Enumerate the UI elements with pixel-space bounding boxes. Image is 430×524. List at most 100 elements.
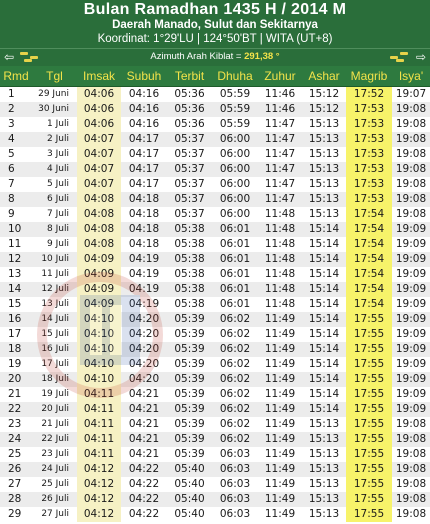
arrow-right-icon[interactable]: ⇨ [414,49,428,65]
table-row: 11 9 Juli 04:08 04:18 05:38 06:01 11:48 15:14 17… [0,237,430,252]
cell-ashar: 15:13 [302,477,346,492]
cell-rmd: 7 [0,177,32,192]
cell-subuh: 04:20 [121,357,167,372]
cell-isya: 19:08 [392,507,430,522]
cell-imsak: 04:11 [77,447,121,462]
cell-zuhur: 11:49 [258,507,302,522]
cell-imsak: 04:12 [77,507,121,522]
cell-imsak: 04:10 [77,372,121,387]
cell-isya: 19:09 [392,387,430,402]
cell-isya: 19:09 [392,357,430,372]
cell-dhuha: 06:03 [212,507,258,522]
cell-zuhur: 11:47 [258,192,302,207]
cell-isya: 19:08 [392,192,430,207]
cell-subuh: 04:19 [121,282,167,297]
cell-isya: 19:08 [392,447,430,462]
prayer-schedule-table: Rmd Tgl Imsak Subuh Terbit Dhuha Zuhur A… [0,66,430,522]
cell-magrib: 17:55 [346,312,392,327]
cell-dhuha: 06:01 [212,252,258,267]
cell-magrib: 17:54 [346,252,392,267]
cell-isya: 19:09 [392,312,430,327]
cell-imsak: 04:09 [77,282,121,297]
cell-isya: 19:08 [392,162,430,177]
cell-subuh: 04:18 [121,192,167,207]
cell-magrib: 17:53 [346,147,392,162]
table-row: 64 Juli 04:07 04:17 05:37 06:00 11:47 15:13 17:… [0,162,430,177]
cell-imsak: 04:12 [77,492,121,507]
cell-subuh: 04:16 [121,102,167,117]
cell-subuh: 04:17 [121,177,167,192]
cell-dhuha: 06:01 [212,237,258,252]
cell-terbit: 05:39 [167,417,212,432]
cell-magrib: 17:54 [346,282,392,297]
cell-tgl: 26 Juli [32,492,77,507]
cell-ashar: 15:13 [302,417,346,432]
coordinates-label: Koordinat: 1°29'LU | 124°50'BT | WITA (U… [97,33,333,45]
cell-terbit: 05:39 [167,357,212,372]
cell-imsak: 04:12 [77,462,121,477]
cell-zuhur: 11:48 [258,207,302,222]
cell-magrib: 17:55 [346,507,392,522]
cell-magrib: 17:55 [346,387,392,402]
cell-zuhur: 11:48 [258,267,302,282]
cell-ashar: 15:14 [302,282,346,297]
cell-imsak: 04:10 [77,312,121,327]
cell-zuhur: 11:49 [258,432,302,447]
cell-imsak: 04:08 [77,237,121,252]
cell-tgl: 3 Juli [32,147,77,162]
cell-zuhur: 11:46 [258,86,302,102]
cell-isya: 19:09 [392,372,430,387]
cell-imsak: 04:06 [77,86,121,102]
cell-zuhur: 11:47 [258,117,302,132]
cell-magrib: 17:54 [346,207,392,222]
cell-terbit: 05:40 [167,507,212,522]
lantern-icon [388,52,410,62]
cell-rmd: 15 [0,297,32,312]
cell-terbit: 05:39 [167,312,212,327]
cell-zuhur: 11:48 [258,282,302,297]
cell-tgl: 23 Juli [32,447,77,462]
table-row: 23 21 Juli 04:11 04:21 05:39 06:02 11:49 15:13 1… [0,417,430,432]
arrow-left-icon[interactable]: ⇦ [2,49,16,65]
table-row: 42 Juli 04:07 04:17 05:37 06:00 11:47 15:13 17:… [0,132,430,147]
cell-dhuha: 06:00 [212,177,258,192]
table-row: 22 20 Juli 04:11 04:21 05:39 06:02 11:49 15:14 1… [0,402,430,417]
table-row: 86 Juli 04:08 04:18 05:37 06:00 11:47 15:13 17:… [0,192,430,207]
cell-ashar: 15:14 [302,222,346,237]
cell-imsak: 04:09 [77,297,121,312]
cell-subuh: 04:21 [121,402,167,417]
cell-terbit: 05:39 [167,402,212,417]
table-row: 17 15 Juli 04:10 04:20 05:39 06:02 11:49 15:14 1… [0,327,430,342]
cell-zuhur: 11:47 [258,162,302,177]
cell-imsak: 04:10 [77,342,121,357]
cell-dhuha: 06:02 [212,432,258,447]
cell-dhuha: 06:01 [212,222,258,237]
col-header-ashar: Ashar [302,66,346,87]
cell-rmd: 12 [0,252,32,267]
cell-tgl: 10 Juli [32,252,77,267]
cell-rmd: 3 [0,117,32,132]
cell-zuhur: 11:49 [258,357,302,372]
cell-subuh: 04:21 [121,387,167,402]
cell-isya: 19:08 [392,132,430,147]
cell-ashar: 15:13 [302,177,346,192]
cell-tgl: 30 Juni [32,102,77,117]
cell-magrib: 17:55 [346,327,392,342]
cell-zuhur: 11:48 [258,222,302,237]
cell-terbit: 05:37 [167,147,212,162]
cell-zuhur: 11:49 [258,312,302,327]
cell-isya: 19:09 [392,342,430,357]
cell-magrib: 17:55 [346,372,392,387]
cell-ashar: 15:13 [302,447,346,462]
table-row: 75 Juli 04:07 04:17 05:37 06:00 11:47 15:13 17:… [0,177,430,192]
cell-terbit: 05:38 [167,222,212,237]
table-row: 26 24 Juli 04:12 04:22 05:40 06:03 11:49 15:13 1… [0,462,430,477]
cell-zuhur: 11:47 [258,132,302,147]
cell-terbit: 05:36 [167,102,212,117]
cell-magrib: 17:54 [346,297,392,312]
cell-tgl: 15 Juli [32,327,77,342]
cell-dhuha: 06:03 [212,492,258,507]
cell-rmd: 5 [0,147,32,162]
cell-dhuha: 06:03 [212,477,258,492]
region-label: Daerah Manado, Sulut dan Sekitarnya [112,19,318,31]
